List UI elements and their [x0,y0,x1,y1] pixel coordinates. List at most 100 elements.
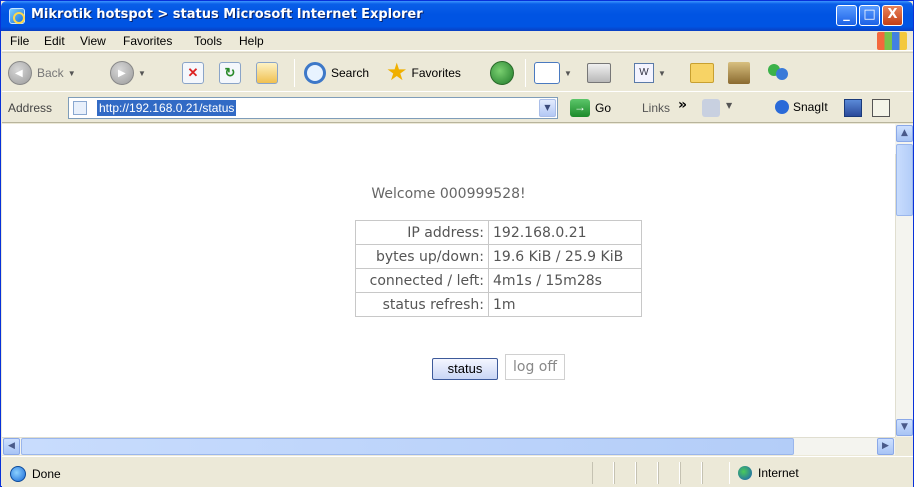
title-bar[interactable]: Mikrotik hotspot > status Microsoft Inte… [1,1,913,31]
refresh-icon: ↻ [219,62,241,84]
table-row: bytes up/down: 19.6 KiB / 25.9 KiB [355,244,642,269]
scroll-corner [895,437,913,455]
toolbar-separator [525,59,526,87]
home-button[interactable] [256,58,278,88]
security-zone[interactable]: Internet [738,466,799,480]
capture-icon[interactable] [844,99,862,117]
back-button[interactable]: Back ▼ [8,58,76,88]
back-label: Back [37,66,64,80]
status-cell [636,462,658,484]
chevron-down-icon[interactable]: ▼ [138,69,146,78]
ip-address-label: IP address: [355,220,489,245]
home-icon [256,62,278,84]
page-icon [73,101,87,115]
links-label[interactable]: Links [642,101,670,115]
go-label: Go [595,101,612,115]
log-off-button[interactable]: log off [505,354,565,380]
status-button[interactable]: status [432,358,498,380]
stop-icon: ✕ [182,62,204,84]
standard-toolbar: Back ▼ ▼ ✕ ↻ Search ★ Favorites [2,52,913,92]
menu-file[interactable]: File [10,34,29,48]
chevron-down-icon[interactable]: ▼ [658,69,666,78]
go-button[interactable]: → Go [570,99,611,117]
chevron-down-icon[interactable]: ▼ [68,69,76,78]
status-cell [702,462,730,484]
toolbar-separator [294,59,295,87]
refresh-button[interactable]: ↻ [219,58,241,88]
edit-button[interactable]: W ▼ [634,58,666,88]
close-button[interactable]: X [882,5,903,26]
connected-label: connected / left: [355,268,489,293]
forward-arrow-icon [110,61,134,85]
research-button[interactable] [728,58,750,88]
status-done: Done [10,466,61,482]
menu-edit[interactable]: Edit [44,34,65,48]
windows-flag-icon [877,32,907,50]
favorites-label: Favorites [411,66,461,80]
edit-page-icon: W [634,63,654,83]
printer-icon [587,63,611,83]
research-icon [728,62,750,84]
stop-button[interactable]: ✕ [182,58,204,88]
search-icon [304,62,326,84]
table-row: connected / left: 4m1s / 15m28s [355,268,642,293]
snagit-icon [775,100,789,114]
status-cell [680,462,702,484]
media-icon [490,61,514,85]
ip-address-value: 192.168.0.21 [488,220,642,245]
chevron-down-icon[interactable]: ▼ [539,99,556,117]
vertical-scroll-thumb[interactable] [896,144,913,216]
address-bar: Address http://192.168.0.21/status ▼ → G… [2,93,913,123]
bytes-value: 19.6 KiB / 25.9 KiB [488,244,642,269]
network-icon[interactable] [702,99,720,117]
search-button[interactable]: Search [304,58,369,88]
address-url[interactable]: http://192.168.0.21/status [97,100,237,116]
address-input[interactable]: http://192.168.0.21/status ▼ [68,97,558,119]
menu-help[interactable]: Help [239,34,264,48]
refresh-value: 1m [488,292,642,317]
folder-icon [690,63,714,83]
window-capture-icon[interactable] [872,99,890,117]
status-cell [614,462,636,484]
menu-tools[interactable]: Tools [194,34,222,48]
snagit-button[interactable]: SnagIt [775,100,828,114]
window-title: Mikrotik hotspot > status Microsoft Inte… [31,7,423,22]
messenger-button[interactable] [766,58,792,88]
globe-icon [738,466,752,480]
menu-view[interactable]: View [80,34,106,48]
ie-app-icon [9,8,25,24]
scroll-right-icon[interactable]: ▶ [877,438,894,455]
connected-value: 4m1s / 15m28s [488,268,642,293]
welcome-message: Welcome 000999528! [371,186,526,202]
maximize-button[interactable]: □ [859,5,880,26]
scroll-left-icon[interactable]: ◀ [3,438,20,455]
snagit-label: SnagIt [793,100,828,114]
back-arrow-icon [8,61,32,85]
mail-button[interactable]: ▼ [534,58,572,88]
status-bar: Done Internet [2,456,913,487]
bytes-label: bytes up/down: [355,244,489,269]
discuss-button[interactable] [690,58,714,88]
ie-page-icon [10,466,26,482]
status-cell [592,462,614,484]
favorites-button[interactable]: ★ Favorites [386,58,461,88]
go-arrow-icon: → [570,99,590,117]
horizontal-scroll-thumb[interactable] [21,438,794,455]
media-button[interactable] [490,58,514,88]
table-row: IP address: 192.168.0.21 [355,220,642,245]
status-table: IP address: 192.168.0.21 bytes up/down: … [355,220,642,317]
browser-window: Mikrotik hotspot > status Microsoft Inte… [0,0,914,487]
status-cell [658,462,680,484]
page-content: Welcome 000999528! IP address: 192.168.0… [2,124,895,437]
forward-button[interactable]: ▼ [110,58,146,88]
chevron-right-icon[interactable]: » [678,97,687,113]
print-button[interactable] [587,58,611,88]
search-label: Search [331,66,370,80]
address-label: Address [8,101,53,115]
scroll-down-icon[interactable]: ▼ [896,419,913,436]
chevron-down-icon[interactable]: ▼ [726,101,732,110]
minimize-button[interactable]: _ [836,5,857,26]
chevron-down-icon[interactable]: ▼ [564,69,572,78]
menu-favorites[interactable]: Favorites [123,34,172,48]
scroll-up-icon[interactable]: ▲ [896,125,913,142]
